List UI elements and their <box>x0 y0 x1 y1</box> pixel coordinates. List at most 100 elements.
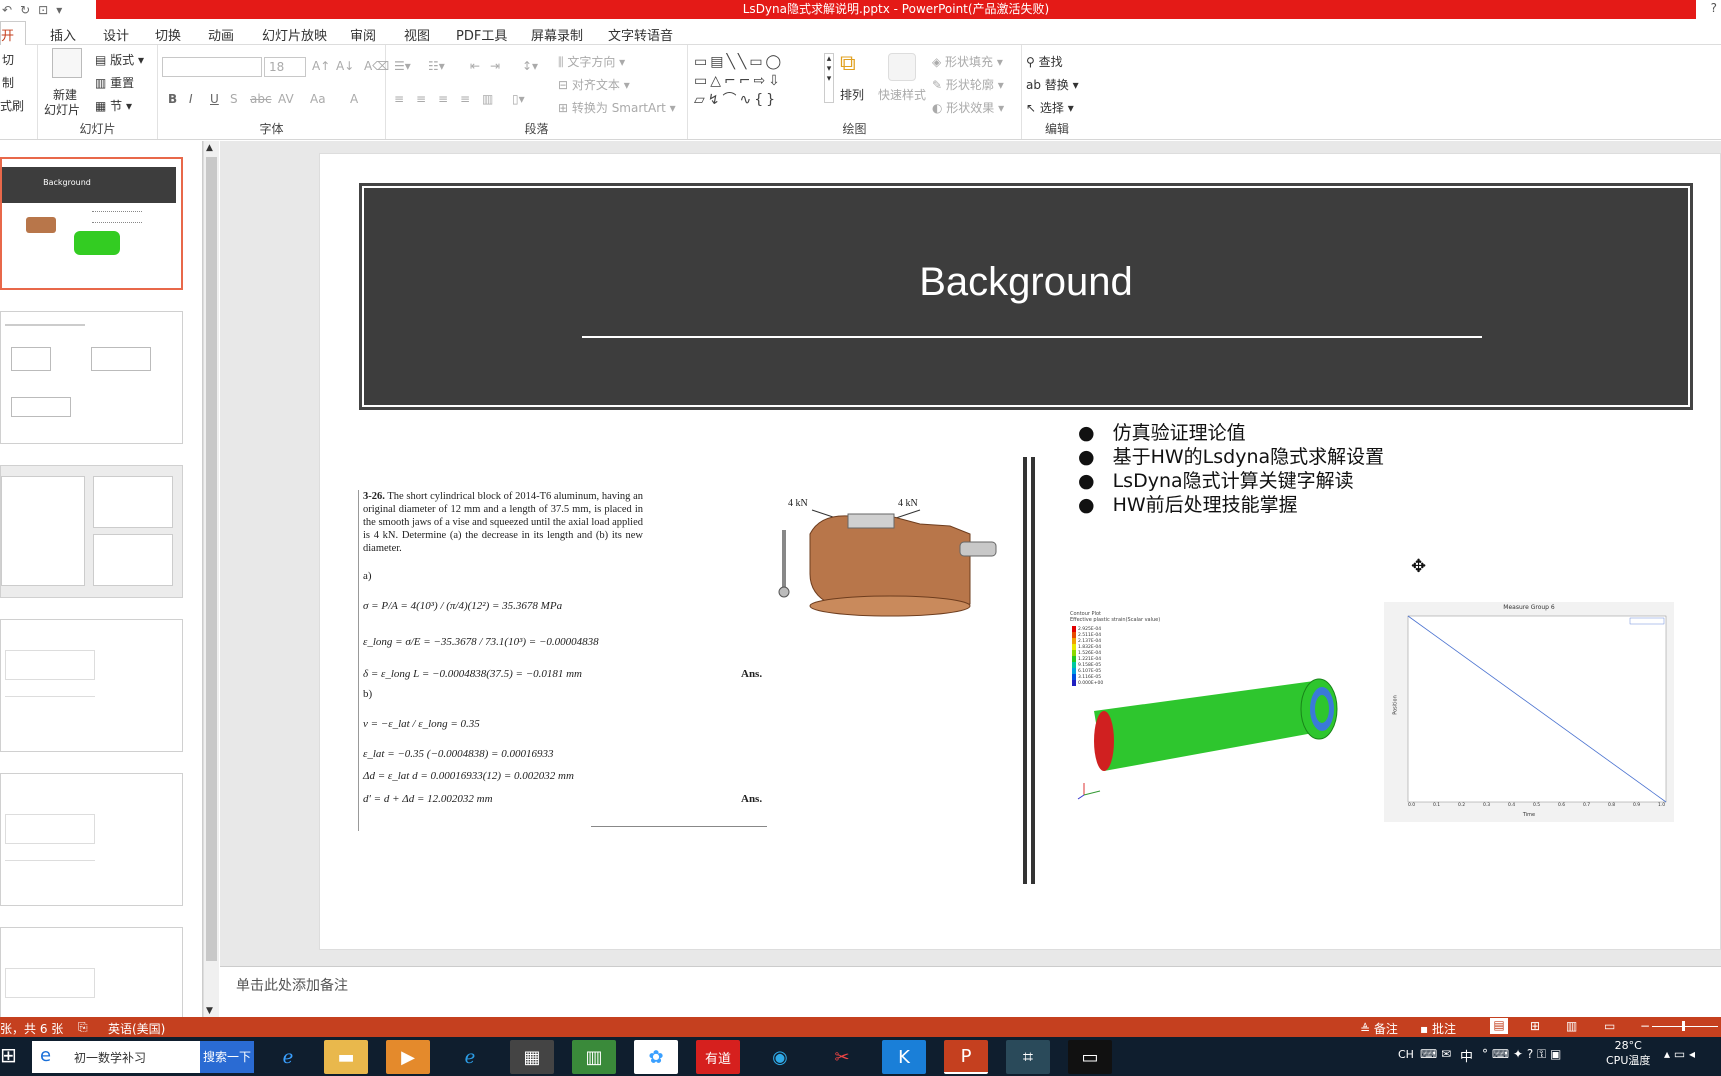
notes-pane[interactable]: 单击此处添加备注 <box>220 966 1721 1017</box>
line-spacing-icon[interactable]: ↕▾ <box>522 59 538 73</box>
arrange-button[interactable]: 排列 <box>840 86 864 103</box>
cloud-app-icon[interactable]: ✿ <box>634 1040 678 1074</box>
new-slide-icon[interactable] <box>52 48 82 78</box>
start-from-beginning-icon[interactable]: ⊡ <box>38 3 48 17</box>
powerpoint-icon[interactable]: P <box>944 1040 988 1074</box>
align-right-icon[interactable]: ≡ <box>438 92 448 106</box>
arrange-icon[interactable]: ⧉ <box>840 51 856 76</box>
slide-thumbnail-2[interactable] <box>0 311 183 444</box>
tool-app-icon[interactable]: ✂ <box>820 1040 864 1074</box>
search-box[interactable]: e 初一数学补习 <box>32 1041 200 1073</box>
increase-indent-icon[interactable]: ⇥ <box>490 59 500 73</box>
redo-icon[interactable]: ↻ <box>20 3 30 17</box>
search-go-button[interactable]: 搜索一下 <box>200 1041 254 1073</box>
new-slide-dropdown[interactable]: 幻灯片 <box>44 101 80 118</box>
notes-placeholder[interactable]: 单击此处添加备注 <box>236 975 348 995</box>
tab-screen-record[interactable]: 屏幕录制 <box>531 25 583 44</box>
quick-styles-icon[interactable] <box>888 53 916 81</box>
slide-thumbnail-4[interactable] <box>0 619 183 752</box>
tray-status-icons[interactable]: ° ⌨ ✦ ? ⚿ ▣ <box>1482 1047 1561 1062</box>
select-button[interactable]: ↖ 选择 ▾ <box>1026 99 1074 116</box>
zoom-slider-thumb[interactable] <box>1682 1021 1685 1031</box>
decrease-indent-icon[interactable]: ⇤ <box>470 59 480 73</box>
shrink-font-icon[interactable]: A↓ <box>336 59 354 73</box>
layout-button[interactable]: ▤ 版式 ▾ <box>95 51 144 68</box>
align-center-icon[interactable]: ≡ <box>416 92 426 106</box>
edge-legacy-icon[interactable]: ℯ <box>448 1040 492 1074</box>
contour-plot-image[interactable]: Contour Plot Effective plastic strain(Sc… <box>1070 611 1378 801</box>
thumbnail-scrollbar[interactable]: ▲ ▼ <box>203 141 219 1018</box>
italic-button[interactable]: I <box>189 92 193 106</box>
bold-button[interactable]: B <box>168 92 177 106</box>
spellcheck-icon[interactable]: ⎘ <box>78 1020 88 1035</box>
shapes-more-icon[interactable]: ▴ ▾ ▾ <box>824 53 834 103</box>
scroll-up-icon[interactable]: ▲ <box>206 143 213 153</box>
file-explorer-icon[interactable]: ▬ <box>324 1040 368 1074</box>
font-color-button[interactable]: A <box>350 92 358 106</box>
align-text-button[interactable]: ⊟ 对齐文本 ▾ <box>558 76 630 93</box>
slide-thumbnail-5[interactable] <box>0 773 183 906</box>
customize-qat-icon[interactable]: ▾ <box>56 3 62 17</box>
media-player-icon[interactable]: ▶ <box>386 1040 430 1074</box>
tab-insert[interactable]: 插入 <box>50 25 76 44</box>
find-button[interactable]: ⚲ 查找 <box>1026 53 1063 70</box>
tray-arrow-icon[interactable]: ▴ ▭ ◂ <box>1664 1047 1695 1061</box>
shape-fill-button[interactable]: ◈ 形状填充 ▾ <box>932 53 1003 70</box>
help-button[interactable]: ? <box>1711 1 1717 15</box>
columns-icon[interactable]: ▯▾ <box>512 92 525 106</box>
shape-effects-button[interactable]: ◐ 形状效果 ▾ <box>932 99 1004 116</box>
shapes-gallery[interactable]: ▭▤╲╲▭◯ ▭△⌐⌐⇨⇩ ▱↯⌒∿{} <box>694 53 822 111</box>
justify-icon[interactable]: ≡ <box>460 92 470 106</box>
k-app-icon[interactable]: K <box>882 1040 926 1074</box>
slide-sorter-icon[interactable]: ⊞ <box>1530 1019 1540 1033</box>
underline-button[interactable]: U <box>210 92 219 106</box>
cut-button[interactable]: 切 <box>2 51 14 68</box>
measure-chart-image[interactable]: Measure Group 6 Position 0.0 0.1 0.2 0.3 0.4… <box>1384 602 1674 822</box>
tab-animations[interactable]: 动画 <box>208 25 234 44</box>
scroll-thumb[interactable] <box>206 157 217 961</box>
align-left-icon[interactable]: ≡ <box>394 92 404 106</box>
search-text[interactable]: 初一数学补习 <box>74 1049 146 1066</box>
title-banner[interactable]: Background <box>359 183 1693 410</box>
undo-icon[interactable]: ↶ <box>2 3 12 17</box>
convert-smartart-button[interactable]: ⊞ 转换为 SmartArt ▾ <box>558 99 676 116</box>
temperature-widget[interactable]: 28°C CPU温度 <box>1606 1039 1650 1068</box>
distribute-icon[interactable]: ▥ <box>482 92 493 106</box>
app-grid-icon[interactable]: ▦ <box>510 1040 554 1074</box>
shape-outline-button[interactable]: ✎ 形状轮廓 ▾ <box>932 76 1004 93</box>
problem-image[interactable]: 3-26. The short cylindrical block of 201… <box>358 490 768 831</box>
notes-toggle[interactable]: ≜ 备注 <box>1360 1020 1398 1037</box>
hypermesh-icon[interactable]: ⌗ <box>1006 1040 1050 1074</box>
tab-home[interactable]: 开始 <box>0 21 26 63</box>
format-painter-button[interactable]: 式刷 <box>0 97 24 114</box>
scroll-down-icon[interactable]: ▼ <box>206 1006 213 1016</box>
bullets-icon[interactable]: ☰▾ <box>394 59 411 73</box>
start-button[interactable]: ⊞ <box>0 1043 30 1071</box>
copy-button[interactable]: 制 <box>2 74 14 91</box>
vise-illustration[interactable]: 4 kN 4 kN <box>770 494 1010 624</box>
slide-thumbnail-6[interactable] <box>0 927 183 1018</box>
text-direction-button[interactable]: ⫼ 文字方向 ▾ <box>558 53 625 70</box>
section-button[interactable]: ▦ 节 ▾ <box>95 97 132 114</box>
tab-review[interactable]: 审阅 <box>350 25 376 44</box>
youdao-icon[interactable]: 有道 <box>696 1040 740 1074</box>
font-name-input[interactable] <box>162 57 262 77</box>
tab-slideshow[interactable]: 幻灯片放映 <box>262 25 327 44</box>
terminal-icon[interactable]: ▭ <box>1068 1040 1112 1074</box>
ime-indicator[interactable]: 中 <box>1460 1046 1473 1065</box>
slide-title[interactable]: Background <box>364 260 1688 305</box>
numbering-icon[interactable]: ☷▾ <box>428 59 445 73</box>
tab-view[interactable]: 视图 <box>404 25 430 44</box>
tab-pdf-tools[interactable]: PDF工具 <box>456 25 507 44</box>
font-size-input[interactable]: 18 <box>264 57 306 77</box>
slide-thumbnail-1[interactable]: Background <box>0 157 183 290</box>
tray-icons[interactable]: ⌨ ✉ <box>1420 1047 1451 1061</box>
comments-toggle[interactable]: ▪ 批注 <box>1420 1020 1456 1037</box>
change-case-button[interactable]: Aa <box>310 92 326 106</box>
tab-design[interactable]: 设计 <box>103 25 129 44</box>
tab-transitions[interactable]: 切换 <box>155 25 181 44</box>
strikethrough-button[interactable]: abc <box>250 92 272 106</box>
reading-view-icon[interactable]: ▥ <box>1566 1019 1577 1033</box>
ie-taskbar-icon[interactable]: ℯ <box>266 1040 310 1074</box>
zoom-out-icon[interactable]: − <box>1640 1019 1650 1033</box>
